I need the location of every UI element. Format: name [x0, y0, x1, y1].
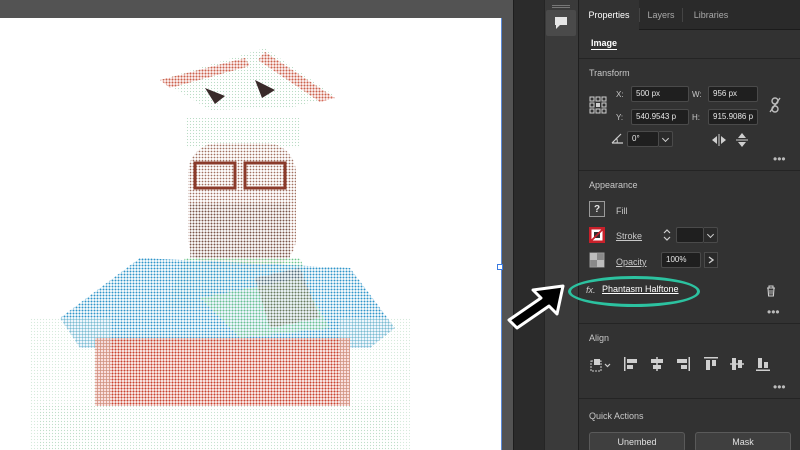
- opacity-expand-button[interactable]: [704, 252, 718, 268]
- fill-swatch[interactable]: ?: [589, 201, 605, 217]
- speech-bubble-icon: [555, 17, 567, 29]
- align-more-button[interactable]: •••: [773, 380, 786, 394]
- unknown-fill-icon: ?: [593, 203, 601, 215]
- mask-button[interactable]: Mask: [695, 432, 791, 450]
- fill-label: Fill: [616, 206, 628, 216]
- selection-handle[interactable]: [497, 264, 503, 270]
- dock-grip[interactable]: [552, 5, 570, 8]
- divider: [579, 398, 800, 399]
- opacity-swatch[interactable]: [589, 252, 605, 268]
- y-label: Y:: [616, 113, 624, 122]
- divider: [579, 323, 800, 324]
- align-center-h-icon: [651, 357, 663, 371]
- h-field[interactable]: 915.9086 p: [708, 109, 758, 125]
- properties-panel: Properties Layers Libraries Image Transf…: [578, 0, 800, 450]
- app-window: Properties Layers Libraries Image Transf…: [0, 0, 800, 450]
- delete-effect-button[interactable]: [765, 284, 777, 297]
- align-to-dropdown[interactable]: [589, 356, 613, 374]
- flip-vertical-button[interactable]: [735, 132, 749, 148]
- quick-actions-title: Quick Actions: [589, 411, 644, 421]
- stroke-label[interactable]: Stroke: [616, 231, 642, 241]
- opacity-field[interactable]: 100%: [661, 252, 701, 268]
- stroke-swatch[interactable]: [589, 227, 605, 243]
- artboard-edge: [501, 18, 502, 450]
- highlight-ellipse: [568, 276, 700, 307]
- align-top-button[interactable]: [703, 356, 719, 372]
- align-top-icon: [704, 357, 718, 370]
- flip-horizontal-button[interactable]: [711, 133, 727, 147]
- align-left-button[interactable]: [623, 356, 639, 372]
- stepper-icon: [663, 229, 671, 241]
- unembed-button[interactable]: Unembed: [589, 432, 685, 450]
- align-title: Align: [589, 333, 610, 343]
- comments-button[interactable]: [546, 10, 576, 36]
- tab-layers[interactable]: Layers: [640, 0, 682, 30]
- align-bottom-icon: [756, 358, 770, 371]
- stroke-weight-field[interactable]: [676, 227, 704, 243]
- divider: [579, 58, 800, 59]
- align-right-button[interactable]: [675, 356, 691, 372]
- constrain-proportions-button[interactable]: [767, 96, 783, 114]
- angle-field[interactable]: 0°: [627, 131, 659, 147]
- y-field[interactable]: 540.9543 p: [631, 109, 689, 125]
- tab-libraries[interactable]: Libraries: [683, 0, 739, 30]
- align-center-v-icon: [730, 358, 744, 370]
- opacity-label[interactable]: Opacity: [616, 257, 647, 267]
- stroke-weight-stepper[interactable]: [661, 227, 673, 243]
- w-label: W:: [692, 90, 702, 99]
- h-label: H:: [692, 113, 700, 122]
- stroke-none-icon: [589, 227, 605, 243]
- align-center-h-button[interactable]: [649, 356, 665, 372]
- transparency-icon: [589, 252, 605, 268]
- panel-dock: [544, 0, 578, 450]
- reference-point-button[interactable]: [589, 96, 607, 114]
- angle-label: [611, 132, 625, 144]
- flip-horizontal-icon: [712, 134, 726, 146]
- angle-icon: [611, 133, 623, 144]
- align-bottom-button[interactable]: [755, 356, 771, 372]
- appearance-title: Appearance: [589, 180, 638, 190]
- divider: [579, 170, 800, 171]
- canvas-top-bar: [0, 0, 513, 18]
- align-center-v-button[interactable]: [729, 356, 745, 372]
- reference-point-icon: [589, 96, 607, 114]
- transform-title: Transform: [589, 68, 630, 78]
- canvas-area[interactable]: [0, 0, 513, 450]
- chevron-right-icon: [708, 256, 714, 264]
- object-type-label: Image: [591, 38, 618, 50]
- w-field[interactable]: 956 px: [708, 86, 758, 102]
- panel-tabs: Properties Layers Libraries: [579, 0, 800, 30]
- x-field[interactable]: 500 px: [631, 86, 689, 102]
- transform-more-button[interactable]: •••: [773, 152, 786, 166]
- appearance-more-button[interactable]: •••: [767, 305, 780, 319]
- align-left-icon: [624, 357, 637, 371]
- align-to-icon: [590, 359, 611, 372]
- flip-vertical-icon: [736, 133, 748, 147]
- tab-properties[interactable]: Properties: [579, 0, 639, 30]
- artboard[interactable]: [0, 18, 501, 450]
- x-label: X:: [616, 90, 624, 99]
- panel-dock-gutter: [513, 0, 544, 450]
- pointer-arrow-icon: [507, 284, 565, 330]
- halftone-image[interactable]: [0, 18, 501, 450]
- align-right-icon: [677, 357, 690, 371]
- angle-dropdown[interactable]: [659, 131, 673, 147]
- stroke-weight-dropdown[interactable]: [704, 227, 718, 243]
- trash-icon: [767, 284, 775, 297]
- link-constrain-icon: [769, 97, 781, 113]
